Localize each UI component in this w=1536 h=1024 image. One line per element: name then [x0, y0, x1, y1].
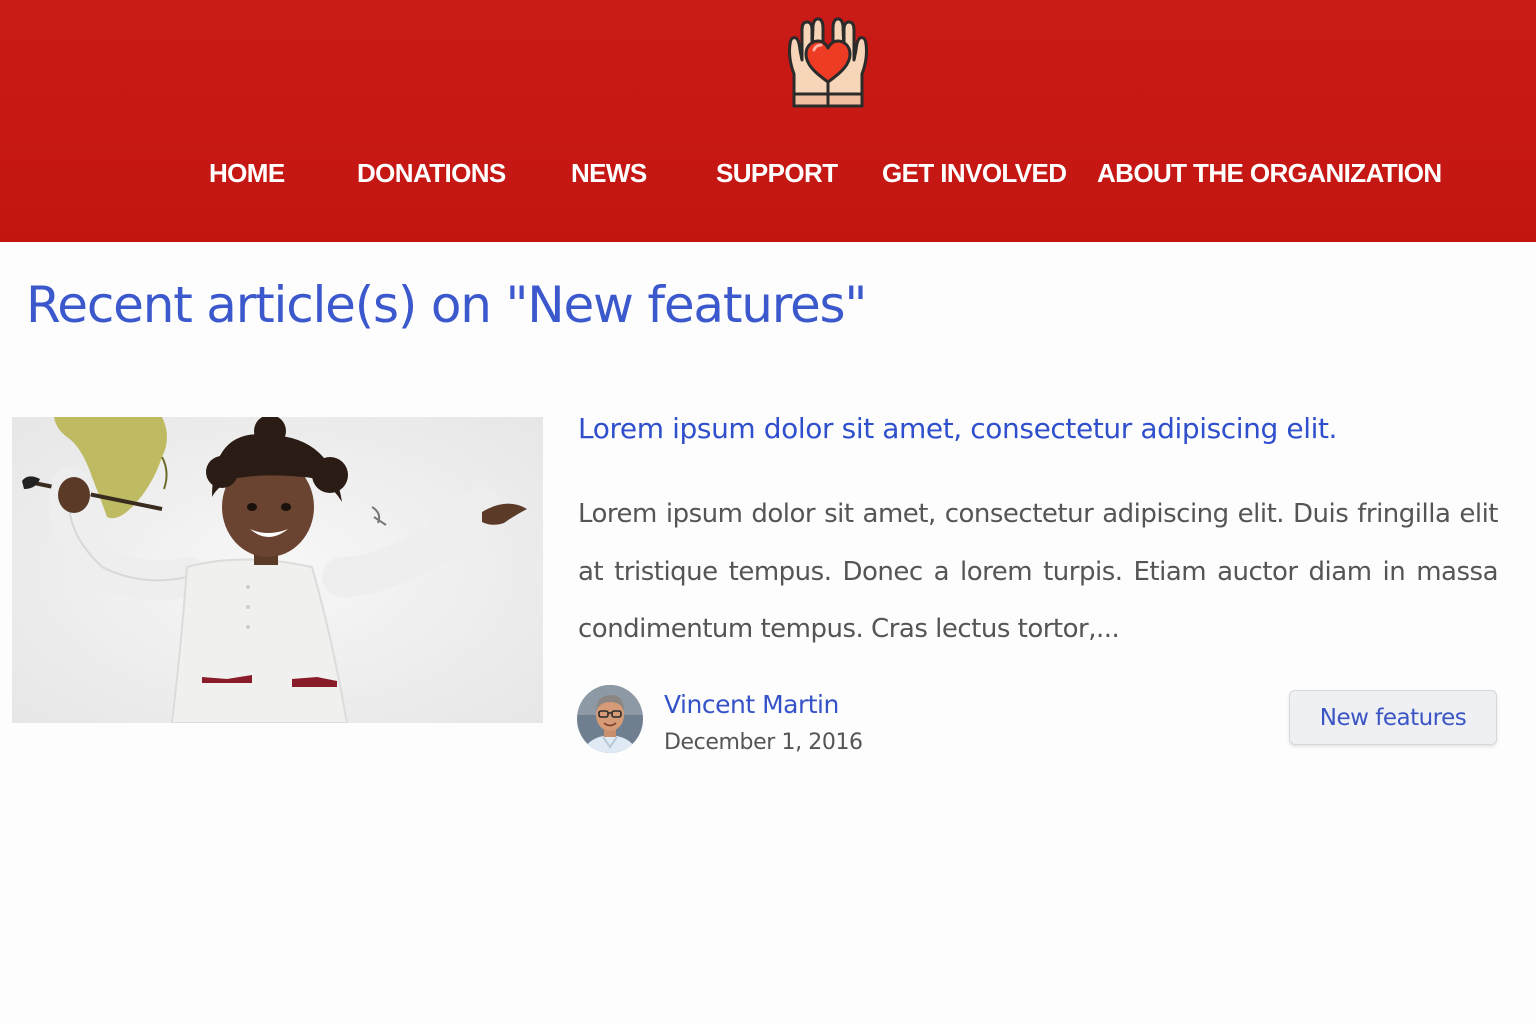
site-header: HOME DONATIONS NEWS SUPPORT GET INVOLVED…	[0, 0, 1536, 242]
nav-item-donations[interactable]: DONATIONS	[357, 150, 506, 196]
main-nav: HOME DONATIONS NEWS SUPPORT GET INVOLVED…	[0, 150, 1536, 196]
tag-button-new-features[interactable]: New features	[1289, 690, 1497, 745]
article-excerpt: Lorem ipsum dolor sit amet, consectetur …	[578, 499, 1499, 644]
nav-item-home[interactable]: HOME	[209, 150, 285, 196]
hands-holding-heart-icon[interactable]	[784, 10, 872, 108]
article-title-link[interactable]: Lorem ipsum dolor sit amet, consectetur …	[578, 412, 1337, 445]
author-name-link[interactable]: Vincent Martin	[664, 690, 839, 719]
nav-item-news[interactable]: NEWS	[571, 150, 647, 196]
nav-item-get-involved[interactable]: GET INVOLVED	[882, 150, 1067, 196]
nav-item-about[interactable]: ABOUT THE ORGANIZATION	[1097, 150, 1442, 196]
post-date: December 1, 2016	[664, 730, 863, 755]
author-avatar[interactable]	[577, 685, 643, 753]
nav-item-support[interactable]: SUPPORT	[716, 150, 838, 196]
page-title: Recent article(s) on "New features"	[26, 276, 867, 334]
article-image[interactable]	[12, 417, 543, 723]
